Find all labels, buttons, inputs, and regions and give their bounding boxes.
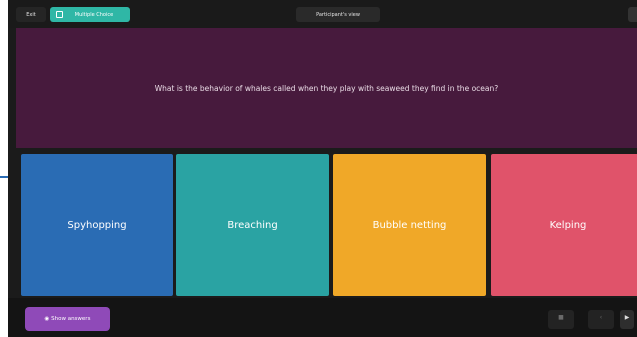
checkbox-icon [56,11,63,18]
answer-option-1[interactable]: Spyhopping [21,154,173,296]
answer-option-4[interactable]: Kelping [491,154,637,296]
answer-option-2[interactable]: Breaching [176,154,329,296]
exit-label: Exit [26,11,36,18]
bottom-bar: ◉ Show answers ■ ‹ ▶ [8,298,637,337]
presentation-app: Exit Multiple Choice Participant's view … [8,0,637,337]
answer-label: Bubble netting [372,219,447,231]
question-type-badge[interactable]: Multiple Choice [50,7,130,22]
answer-label: Breaching [227,219,278,231]
previous-button[interactable]: ‹ [588,310,614,329]
question-type-label: Multiple Choice [74,11,114,18]
participant-view-button[interactable]: Participant's view [296,7,380,22]
top-bar: Exit Multiple Choice Participant's view [8,0,637,28]
show-answers-button[interactable]: ◉ Show answers [25,307,110,331]
previous-icon: ‹ [599,314,603,321]
square-icon: ■ [558,314,564,321]
question-panel: What is the behavior of whales called wh… [16,28,637,148]
answer-option-3[interactable]: Bubble netting [333,154,486,296]
answer-label: Kelping [549,219,587,231]
exit-button[interactable]: Exit [16,7,46,22]
next-button[interactable]: ▶ [620,310,634,329]
participant-view-label: Participant's view [316,11,360,18]
next-icon: ▶ [624,314,630,321]
menu-button[interactable] [628,7,637,22]
question-text: What is the behavior of whales called wh… [154,83,499,93]
answer-label: Spyhopping [67,219,127,231]
stop-button[interactable]: ■ [548,310,574,329]
show-answers-label: Show answers [51,316,91,322]
